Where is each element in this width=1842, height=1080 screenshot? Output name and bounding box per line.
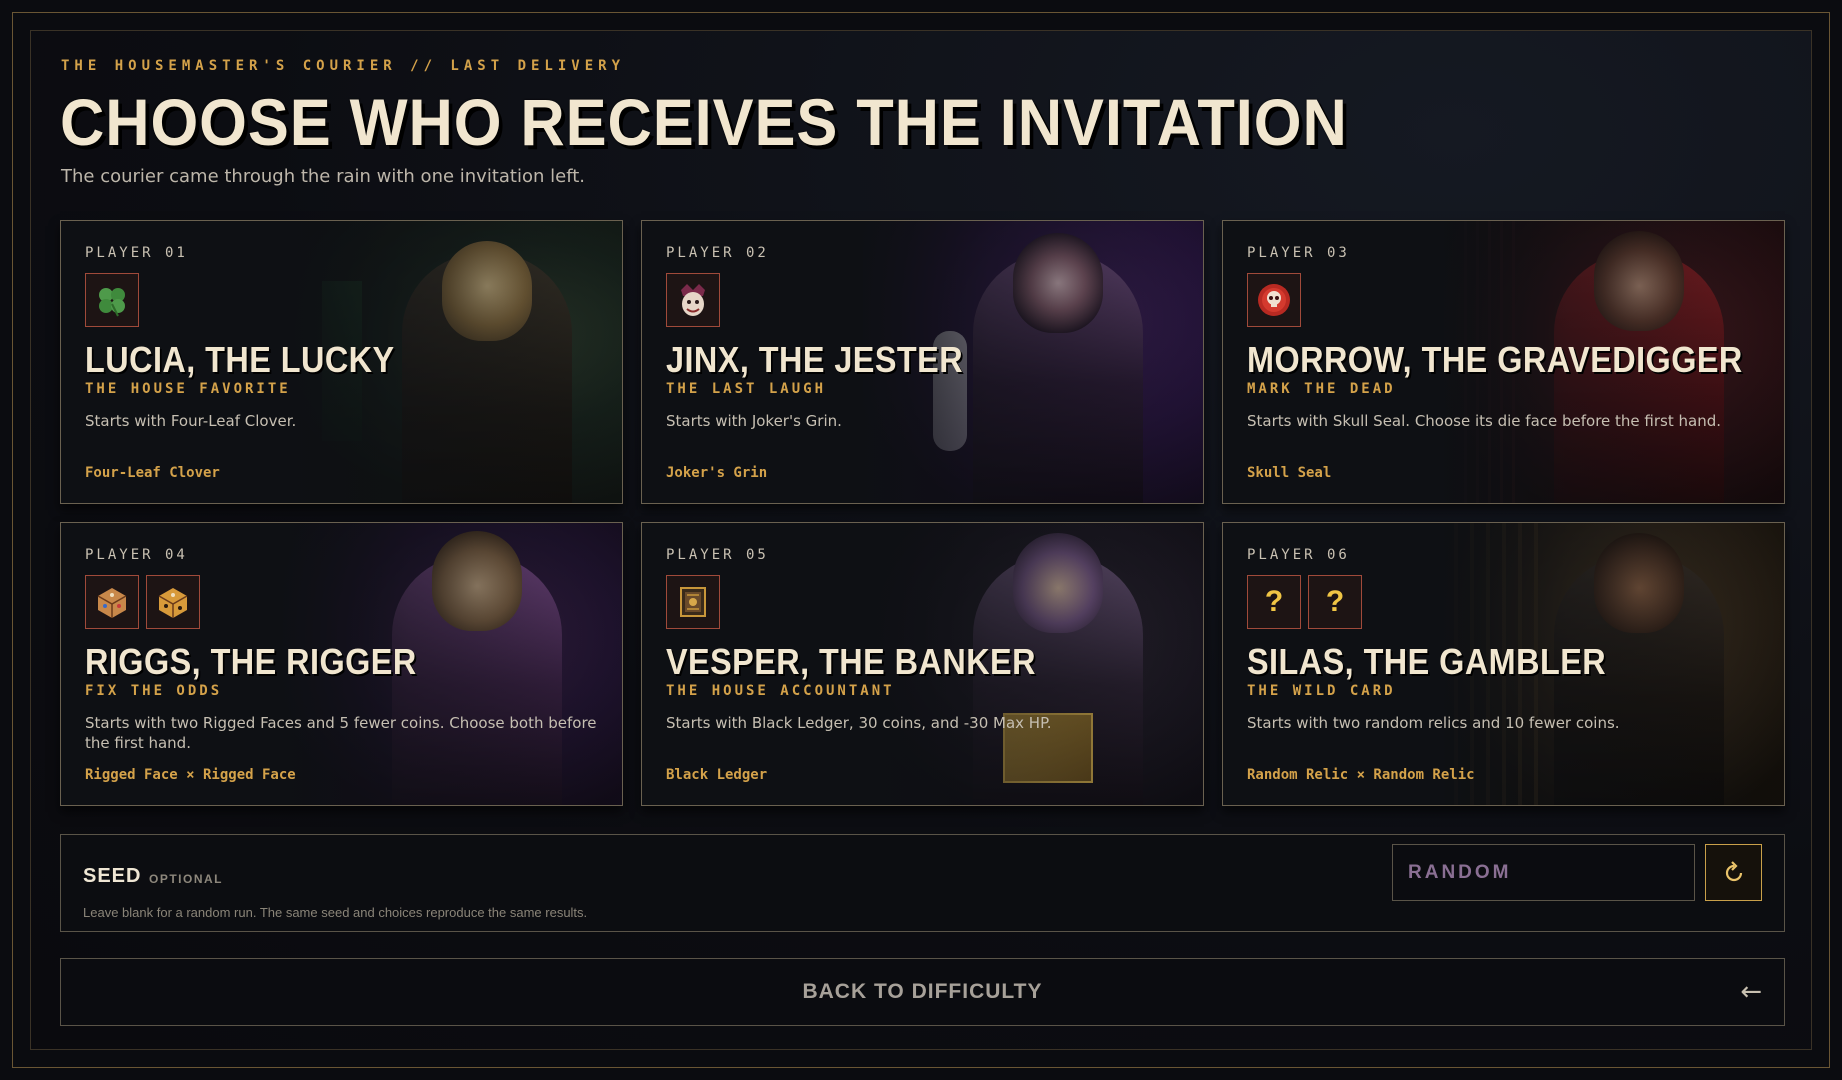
player-label: PLAYER 04 [85, 547, 188, 563]
back-to-difficulty-button[interactable]: BACK TO DIFFICULTY ← [60, 958, 1785, 1026]
relic-icons [666, 575, 720, 629]
player-label: PLAYER 05 [666, 547, 769, 563]
header-kicker: THE HOUSEMASTER'S COURIER // LAST DELIVE… [61, 58, 626, 74]
character-name: VESPER, THE BANKER [666, 641, 1036, 682]
character-relics: Joker's Grin [666, 465, 768, 481]
character-description: Starts with Four-Leaf Clover. [85, 412, 297, 430]
character-epithet: THE LAST LAUGH [666, 381, 827, 397]
player-label: PLAYER 02 [666, 245, 769, 261]
character-card-vesper[interactable]: PLAYER 05 VESPER, THE BANKER THE HOUSE A… [641, 522, 1204, 806]
character-card-silas[interactable]: PLAYER 06 ? ? SILAS, THE GAMBLER THE WIL… [1222, 522, 1785, 806]
clover-icon [85, 273, 139, 327]
question-mark-icon: ? [1247, 575, 1301, 629]
relic-icons [1247, 273, 1301, 327]
relic-icons [85, 273, 139, 327]
seed-optional-label: OPTIONAL [149, 872, 223, 886]
character-name: SILAS, THE GAMBLER [1247, 641, 1607, 682]
character-description: Starts with Black Ledger, 30 coins, and … [666, 714, 1052, 732]
character-relics: Black Ledger [666, 767, 768, 783]
rigged-die-icon [85, 575, 139, 629]
relic-icons [85, 575, 200, 629]
character-relics: Skull Seal [1247, 465, 1332, 481]
refresh-icon [1725, 860, 1742, 881]
page-title: CHOOSE WHO RECEIVES THE INVITATION [60, 85, 1348, 159]
player-label: PLAYER 06 [1247, 547, 1350, 563]
character-relics: Four-Leaf Clover [85, 465, 220, 481]
player-label: PLAYER 03 [1247, 245, 1350, 261]
reroll-seed-button[interactable] [1705, 844, 1762, 901]
player-label: PLAYER 01 [85, 245, 188, 261]
character-epithet: THE HOUSE FAVORITE [85, 381, 291, 397]
rigged-die-icon [146, 575, 200, 629]
character-card-morrow[interactable]: PLAYER 03 MORROW, THE GRAVEDIGGER MARK T… [1222, 220, 1785, 504]
character-card-lucia[interactable]: PLAYER 01 LUCIA, THE LUCKY THE HOUSE FAV… [60, 220, 623, 504]
character-card-jinx[interactable]: PLAYER 02 JINX, THE JESTER THE LAST LAUG… [641, 220, 1204, 504]
character-name: JINX, THE JESTER [666, 339, 964, 380]
character-epithet: THE HOUSE ACCOUNTANT [666, 683, 895, 699]
seed-help-text: Leave blank for a random run. The same s… [83, 905, 588, 920]
character-description: Starts with Joker's Grin. [666, 412, 842, 430]
back-button-label: BACK TO DIFFICULTY [802, 980, 1043, 1003]
question-mark-icon: ? [1308, 575, 1362, 629]
character-relics: Rigged Face × Rigged Face [85, 767, 296, 783]
arrow-left-icon: ← [1740, 977, 1762, 1007]
skull-seal-icon [1247, 273, 1301, 327]
relic-icons [666, 273, 720, 327]
seed-panel: SEED OPTIONAL Leave blank for a random r… [60, 834, 1785, 932]
character-description: Starts with two Rigged Faces and 5 fewer… [85, 714, 597, 752]
character-name: MORROW, THE GRAVEDIGGER [1247, 339, 1743, 380]
character-name: RIGGS, THE RIGGER [85, 641, 417, 682]
character-name: LUCIA, THE LUCKY [85, 339, 395, 380]
character-description: Starts with Skull Seal. Choose its die f… [1247, 412, 1722, 430]
character-epithet: THE WILD CARD [1247, 683, 1396, 699]
character-epithet: FIX THE ODDS [85, 683, 223, 699]
seed-title: SEED [83, 865, 142, 887]
joker-mask-icon [666, 273, 720, 327]
ledger-icon [666, 575, 720, 629]
seed-input[interactable] [1392, 844, 1695, 901]
page-subtitle: The courier came through the rain with o… [61, 166, 585, 187]
character-epithet: MARK THE DEAD [1247, 381, 1396, 397]
character-description: Starts with two random relics and 10 few… [1247, 714, 1620, 732]
relic-icons: ? ? [1247, 575, 1362, 629]
character-card-riggs[interactable]: PLAYER 04 RIGGS, THE RIGGER FIX THE ODDS… [60, 522, 623, 806]
character-relics: Random Relic × Random Relic [1247, 767, 1475, 783]
character-grid: PLAYER 01 LUCIA, THE LUCKY THE HOUSE FAV… [60, 220, 1785, 806]
